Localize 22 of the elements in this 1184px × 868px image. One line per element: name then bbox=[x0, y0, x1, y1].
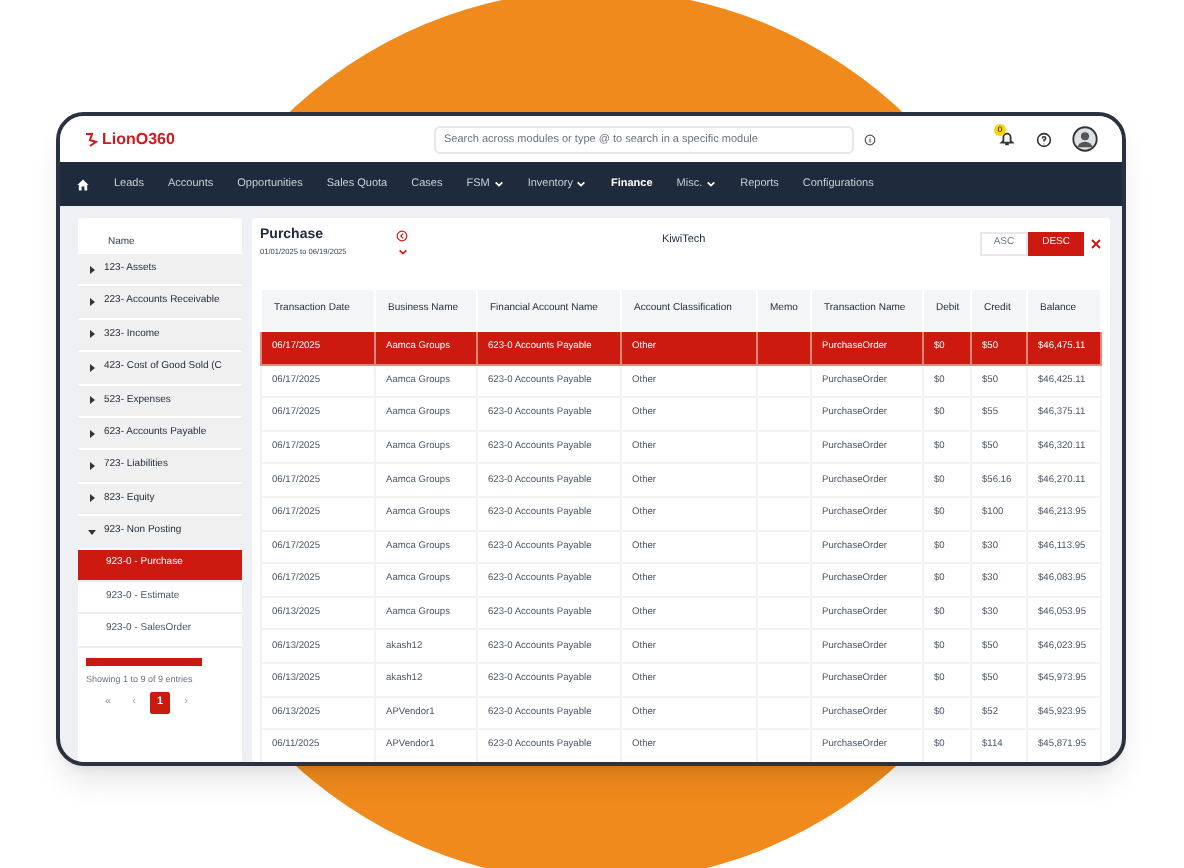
chevron-down-icon[interactable] bbox=[397, 248, 407, 256]
caret-down-icon bbox=[88, 527, 96, 536]
home-icon[interactable] bbox=[76, 177, 90, 191]
back-circle-icon[interactable] bbox=[396, 230, 408, 242]
help-icon[interactable] bbox=[1036, 131, 1052, 147]
chevron-down-icon bbox=[706, 180, 717, 188]
caret-right-icon bbox=[88, 265, 96, 274]
caret-right-icon bbox=[88, 462, 96, 471]
chevron-down-icon bbox=[576, 180, 587, 188]
caret-right-icon bbox=[88, 396, 96, 405]
chevron-down-icon bbox=[493, 180, 504, 188]
close-icon[interactable] bbox=[1090, 238, 1102, 250]
avatar-icon[interactable] bbox=[1072, 126, 1098, 152]
caret-right-icon bbox=[88, 429, 96, 438]
caret-right-icon bbox=[88, 494, 96, 503]
caret-right-icon bbox=[88, 330, 96, 339]
info-icon bbox=[864, 133, 876, 145]
scrollbar-thumb[interactable] bbox=[86, 657, 202, 666]
logo-text: LionO360 bbox=[102, 127, 175, 151]
bell-icon[interactable] bbox=[998, 130, 1016, 148]
caret-right-icon bbox=[88, 298, 96, 307]
caret-right-icon bbox=[88, 363, 96, 372]
